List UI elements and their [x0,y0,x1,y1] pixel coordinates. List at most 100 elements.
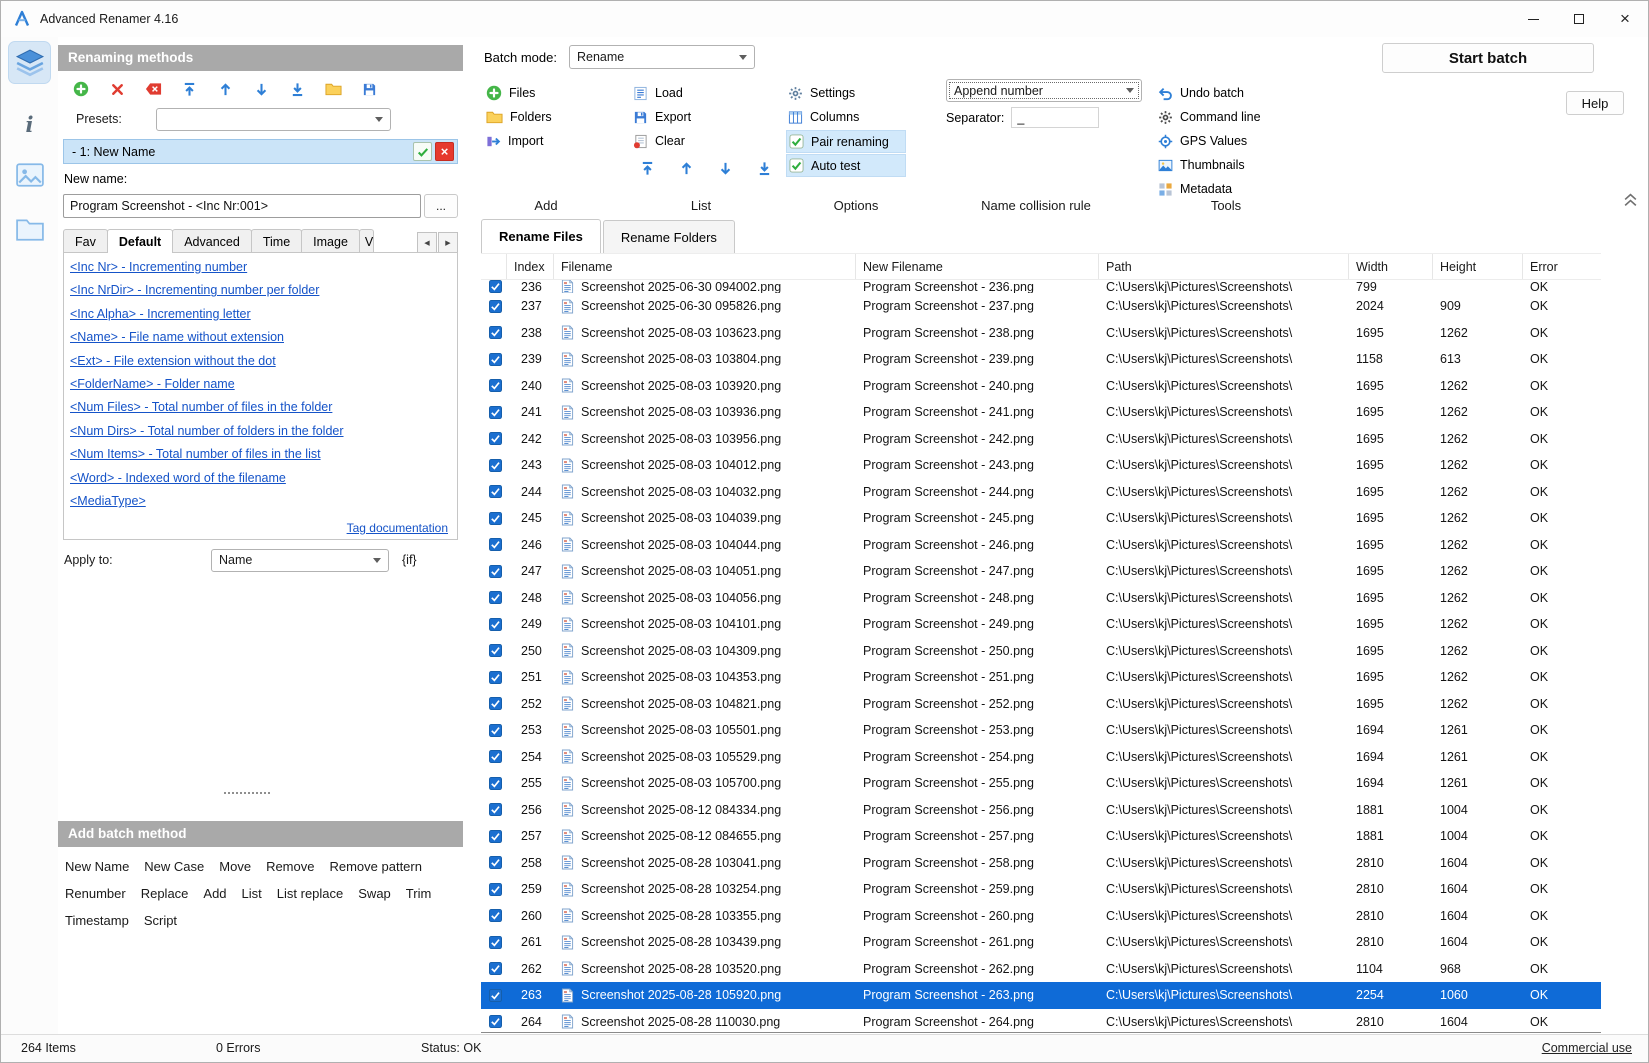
row-checkbox[interactable] [489,432,502,445]
apply-to-select[interactable]: Name [211,549,389,572]
tab-rename-files[interactable]: Rename Files [481,219,601,253]
move-top-button[interactable] [179,79,199,99]
table-row[interactable]: 247Screenshot 2025-08-03 104051.pngProgr… [481,558,1601,585]
row-checkbox[interactable] [489,512,502,525]
table-row[interactable]: 248Screenshot 2025-08-03 104056.pngProgr… [481,585,1601,612]
start-batch-button[interactable]: Start batch [1382,43,1594,73]
column-header-path[interactable]: Path [1099,254,1349,279]
column-header-error[interactable]: Error [1523,254,1601,279]
move-down-button[interactable] [251,79,271,99]
table-row[interactable]: 252Screenshot 2025-08-03 104821.pngProgr… [481,691,1601,718]
new-name-input[interactable] [63,194,421,218]
method-button-add[interactable]: Add [203,886,226,901]
tag-tab-advanced[interactable]: Advanced [172,229,252,253]
row-checkbox[interactable] [489,280,502,293]
move-down-list-button[interactable] [715,158,735,178]
column-header-index[interactable]: Index [507,254,554,279]
tag-tab-default[interactable]: Default [107,229,173,253]
move-top-list-button[interactable] [637,158,657,178]
name-collision-rule-select[interactable]: Append number [946,79,1142,102]
table-row[interactable]: 246Screenshot 2025-08-03 104044.pngProgr… [481,532,1601,559]
table-row[interactable]: 237Screenshot 2025-06-30 095826.pngProgr… [481,293,1601,320]
row-checkbox[interactable] [489,883,502,896]
row-checkbox[interactable] [489,353,502,366]
toolbar-files[interactable]: Files [484,81,562,105]
row-checkbox[interactable] [489,750,502,763]
table-row[interactable]: 242Screenshot 2025-08-03 103956.pngProgr… [481,426,1601,453]
row-checkbox[interactable] [489,300,502,313]
sidebar-images[interactable] [8,153,51,196]
collapse-toolbar-icon[interactable] [1623,193,1638,207]
table-row[interactable]: 264Screenshot 2025-08-28 110030.pngProgr… [481,1009,1601,1034]
help-button[interactable]: Help [1566,91,1624,115]
method-button-remove[interactable]: Remove [266,859,314,874]
table-row[interactable]: 260Screenshot 2025-08-28 103355.pngProgr… [481,903,1601,930]
row-checkbox[interactable] [489,856,502,869]
table-row[interactable]: 254Screenshot 2025-08-03 105529.pngProgr… [481,744,1601,771]
move-up-list-button[interactable] [676,158,696,178]
row-checkbox[interactable] [489,1015,502,1028]
tag-link[interactable]: <Num Items> - Total number of files in t… [70,443,457,466]
row-checkbox[interactable] [489,671,502,684]
table-row[interactable]: 263Screenshot 2025-08-28 105920.pngProgr… [481,982,1601,1009]
method-item-new-name[interactable]: - 1: New Name × [63,139,458,164]
table-row[interactable]: 250Screenshot 2025-08-03 104309.pngProgr… [481,638,1601,665]
method-button-new-name[interactable]: New Name [65,859,129,874]
delete-method-button[interactable] [107,79,127,99]
table-row[interactable]: 255Screenshot 2025-08-03 105700.pngProgr… [481,770,1601,797]
tag-link[interactable]: <Inc Alpha> - Incrementing letter [70,303,457,326]
method-button-list[interactable]: List [242,886,262,901]
row-checkbox[interactable] [489,618,502,631]
method-delete-button[interactable]: × [435,142,454,161]
toolbar-gps-values[interactable]: GPS Values [1156,129,1271,153]
tag-documentation-link[interactable]: Tag documentation [347,521,448,535]
table-row[interactable]: 244Screenshot 2025-08-03 104032.pngProgr… [481,479,1601,506]
table-row[interactable]: 239Screenshot 2025-08-03 103804.pngProgr… [481,346,1601,373]
add-method-button[interactable] [71,79,91,99]
tag-tab-time[interactable]: Time [251,229,302,253]
commercial-use-link[interactable]: Commercial use [1542,1035,1632,1061]
tag-link[interactable]: <Num Dirs> - Total number of folders in … [70,420,457,443]
tag-link[interactable]: <Inc NrDir> - Incrementing number per fo… [70,279,457,302]
browse-button[interactable]: ... [424,194,458,218]
close-button[interactable]: × [1602,1,1648,37]
table-row[interactable]: 238Screenshot 2025-08-03 103623.pngProgr… [481,320,1601,347]
row-checkbox[interactable] [489,538,502,551]
table-row[interactable]: 262Screenshot 2025-08-28 103520.pngProgr… [481,956,1601,983]
row-checkbox[interactable] [489,591,502,604]
row-checkbox[interactable] [489,830,502,843]
table-row[interactable]: 257Screenshot 2025-08-12 084655.pngProgr… [481,823,1601,850]
toolbar-columns[interactable]: Columns [786,105,906,129]
toolbar-import[interactable]: Import [484,129,562,153]
toolbar-clear[interactable]: Clear [631,129,774,153]
row-checkbox[interactable] [489,326,502,339]
table-row[interactable]: 240Screenshot 2025-08-03 103920.pngProgr… [481,373,1601,400]
method-button-replace[interactable]: Replace [141,886,189,901]
tag-tab-v[interactable]: V [359,229,374,253]
tab-scroll-right-button[interactable]: ▶ [438,232,458,253]
minimize-button[interactable] [1510,1,1556,37]
table-row[interactable]: 243Screenshot 2025-08-03 104012.pngProgr… [481,452,1601,479]
presets-select[interactable] [156,108,391,131]
tag-link[interactable]: <Word> - Indexed word of the filename [70,467,457,490]
tag-link[interactable]: <Num Files> - Total number of files in t… [70,396,457,419]
column-header-new-filename[interactable]: New Filename [856,254,1099,279]
move-bottom-button[interactable] [287,79,307,99]
row-checkbox[interactable] [489,379,502,392]
table-row[interactable]: 253Screenshot 2025-08-03 105501.pngProgr… [481,717,1601,744]
toolbar-auto-test[interactable]: Auto test [786,154,906,177]
separator-input[interactable] [1011,107,1099,128]
batch-mode-select[interactable]: Rename [569,45,755,69]
sidebar-folders[interactable] [8,207,51,250]
tag-link[interactable]: <MediaType> [70,490,457,513]
method-button-script[interactable]: Script [144,913,177,928]
toolbar-command-line[interactable]: Command line [1156,105,1271,129]
open-presets-button[interactable] [323,79,343,99]
move-bottom-list-button[interactable] [754,158,774,178]
row-checkbox[interactable] [489,644,502,657]
column-header-height[interactable]: Height [1433,254,1523,279]
method-button-swap[interactable]: Swap [358,886,391,901]
method-button-list-replace[interactable]: List replace [277,886,343,901]
tag-link[interactable]: <Name> - File name without extension [70,326,457,349]
method-button-new-case[interactable]: New Case [144,859,204,874]
